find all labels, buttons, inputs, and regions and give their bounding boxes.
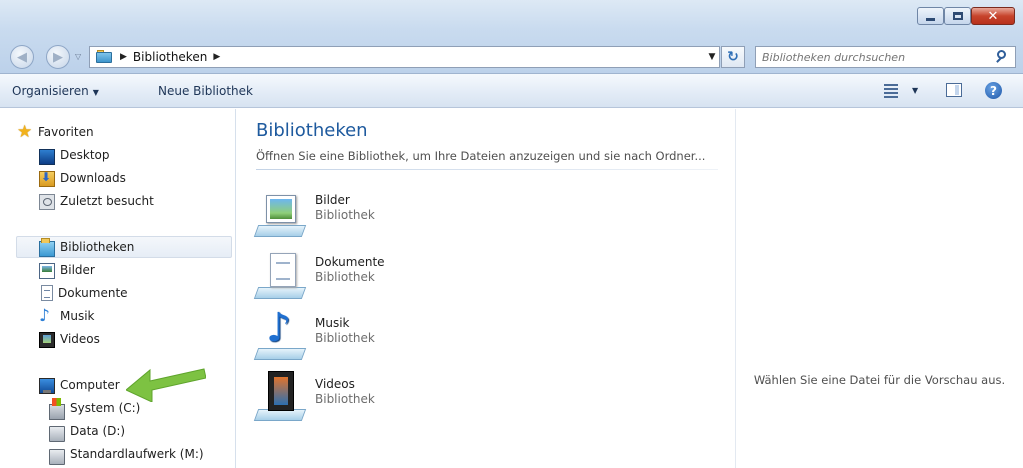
nav-downloads-label: Downloads (60, 171, 126, 185)
page-title: Bibliotheken (256, 120, 368, 141)
search-input[interactable] (756, 50, 993, 64)
library-type: Bibliothek (315, 331, 375, 345)
nav-recent-places[interactable]: Zuletzt besucht (39, 191, 154, 211)
nav-favorites-label: Favoriten (38, 125, 94, 139)
forward-button[interactable]: ▶ (46, 45, 70, 69)
music-note-icon: ♪ (39, 306, 50, 326)
videos-icon (39, 331, 55, 348)
chevron-down-icon: ▼ (92, 88, 99, 97)
nav-recent-places-label: Zuletzt besucht (60, 194, 154, 208)
hard-drive-icon (49, 426, 65, 442)
libraries-folder-icon (96, 50, 114, 64)
nav-videos[interactable]: Videos (39, 329, 100, 349)
preview-pane-toggle-icon[interactable] (946, 83, 962, 97)
library-name: Videos (315, 377, 355, 391)
navigation-row: ◀ ▶ ▽ ▶ Bibliotheken ▶ ▼ ↻ (0, 42, 1023, 70)
nav-computer-label: Computer (60, 378, 120, 392)
documents-library-icon (253, 249, 308, 301)
command-bar: Organisieren ▼ Neue Bibliothek ▼ ? (0, 74, 1023, 108)
pictures-icon (39, 263, 55, 279)
address-bar[interactable]: ▶ Bibliotheken ▶ ▼ (89, 46, 720, 68)
nav-drive-data-label: Data (D:) (70, 424, 126, 438)
computer-icon (39, 378, 55, 394)
library-type: Bibliothek (315, 392, 375, 406)
music-library-icon: ♪ (253, 308, 308, 362)
preview-message: Wählen Sie eine Datei für die Vorschau a… (753, 373, 1006, 387)
desktop-icon (39, 148, 55, 165)
nav-desktop-label: Desktop (60, 148, 110, 162)
nav-downloads[interactable]: Downloads (39, 168, 126, 188)
recent-places-icon (39, 193, 55, 210)
search-icon[interactable] (993, 48, 1011, 66)
address-dropdown-icon[interactable]: ▼ (705, 52, 719, 62)
star-icon: ★ (17, 122, 33, 142)
breadcrumb-libraries[interactable]: Bibliotheken (133, 50, 207, 64)
library-item-music[interactable]: ♪ Musik Bibliothek (253, 308, 456, 366)
libraries-icon (39, 237, 55, 257)
breadcrumb-expand-icon[interactable]: ▶ (213, 52, 220, 62)
back-arrow-icon: ◀ (17, 49, 27, 65)
preview-pane: Wählen Sie eine Datei für die Vorschau a… (735, 109, 1023, 468)
window-controls: ✕ (917, 7, 1015, 25)
close-button[interactable]: ✕ (971, 7, 1015, 25)
library-type: Bibliothek (315, 270, 375, 284)
nav-desktop[interactable]: Desktop (39, 145, 110, 165)
documents-icon (41, 285, 53, 301)
library-type: Bibliothek (315, 208, 375, 222)
history-dropdown-icon[interactable]: ▽ (75, 52, 81, 61)
refresh-icon: ↻ (727, 49, 739, 65)
library-name: Musik (315, 316, 350, 330)
system-drive-icon (49, 397, 65, 420)
navigation-pane: ★ Favoriten Desktop Downloads Zuletzt bes… (0, 109, 236, 468)
organize-label: Organisieren (12, 84, 89, 98)
maximize-button[interactable] (944, 7, 971, 25)
nav-drive-system-label: System (C:) (70, 401, 141, 415)
window-titlebar: ✕ ◀ ▶ ▽ ▶ Bibliotheken ▶ ▼ ↻ (0, 0, 1023, 74)
search-box[interactable] (755, 46, 1016, 68)
maximize-icon (952, 12, 963, 20)
library-name: Dokumente (315, 255, 385, 269)
library-item-pictures[interactable]: Bilder Bibliothek (253, 187, 456, 243)
back-button[interactable]: ◀ (10, 45, 34, 69)
page-subtitle: Öffnen Sie eine Bibliothek, um Ihre Date… (256, 149, 706, 163)
pictures-library-icon (253, 187, 308, 239)
hard-drive-icon (49, 449, 65, 465)
nav-drive-data[interactable]: Data (D:) (49, 421, 126, 442)
library-item-documents[interactable]: Dokumente Bibliothek (253, 249, 456, 305)
minimize-icon (926, 17, 935, 21)
nav-pictures-label: Bilder (60, 263, 95, 277)
nav-music-label: Musik (60, 309, 95, 323)
view-options-dropdown-icon[interactable]: ▼ (912, 86, 918, 95)
nav-favorites[interactable]: ★ Favoriten (17, 122, 94, 142)
nav-pictures[interactable]: Bilder (39, 260, 95, 280)
nav-documents[interactable]: Dokumente (39, 283, 128, 303)
minimize-button[interactable] (917, 7, 944, 25)
close-icon: ✕ (987, 8, 999, 24)
breadcrumb-separator-icon[interactable]: ▶ (120, 52, 127, 62)
library-name: Bilder (315, 193, 350, 207)
organize-menu[interactable]: Organisieren ▼ (12, 84, 99, 98)
nav-music[interactable]: ♪ Musik (39, 306, 95, 326)
nav-drive-default[interactable]: Standardlaufwerk (M:) (49, 444, 204, 465)
nav-videos-label: Videos (60, 332, 100, 346)
refresh-button[interactable]: ↻ (721, 46, 745, 68)
forward-arrow-icon: ▶ (53, 49, 63, 65)
help-icon[interactable]: ? (985, 82, 1002, 99)
content-pane: Bibliotheken Öffnen Sie eine Bibliothek,… (237, 109, 734, 468)
downloads-icon (39, 170, 55, 187)
header-divider (256, 169, 718, 170)
videos-library-icon (253, 371, 308, 423)
nav-libraries[interactable]: Bibliotheken (39, 237, 134, 257)
nav-libraries-label: Bibliotheken (60, 240, 135, 254)
nav-documents-label: Dokumente (58, 286, 128, 300)
annotation-arrow-icon (126, 368, 206, 402)
new-library-button[interactable]: Neue Bibliothek (158, 84, 253, 98)
library-item-videos[interactable]: Videos Bibliothek (253, 371, 456, 427)
nav-drive-default-label: Standardlaufwerk (M:) (70, 447, 204, 461)
nav-computer[interactable]: Computer (39, 375, 120, 395)
change-view-icon[interactable] (884, 82, 900, 98)
